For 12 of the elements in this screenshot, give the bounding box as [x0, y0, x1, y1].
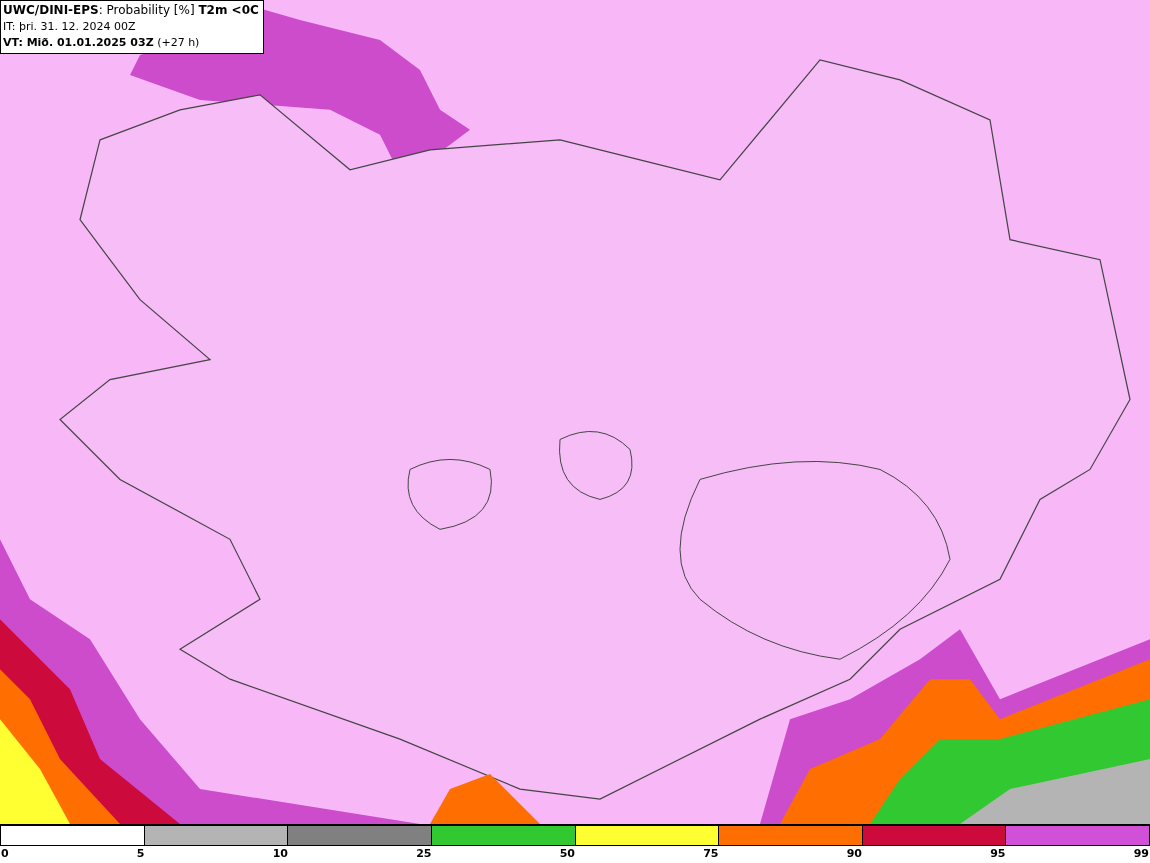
scale-tick-label: 10	[272, 846, 288, 861]
scale-tick-label: 75	[703, 846, 719, 861]
scale-tick-label: 25	[416, 846, 432, 861]
caption-line: VT: Mið. 01.01.2025 03Z (+27 h)	[3, 35, 201, 50]
scale-tick-label: 99	[1133, 846, 1149, 861]
scale-tick-label: 5	[136, 846, 145, 861]
caption-line: IT: þri. 31. 12. 2024 00Z	[3, 19, 137, 34]
scale-tick-label: 50	[559, 846, 575, 861]
scale-tick-label: 90	[846, 846, 862, 861]
scale-tick-label: 0	[1, 846, 9, 861]
scale-tick-label: 95	[990, 846, 1006, 861]
caption-line: UWC/DINI-EPS: Probability [%] T2m <0C	[3, 3, 259, 18]
